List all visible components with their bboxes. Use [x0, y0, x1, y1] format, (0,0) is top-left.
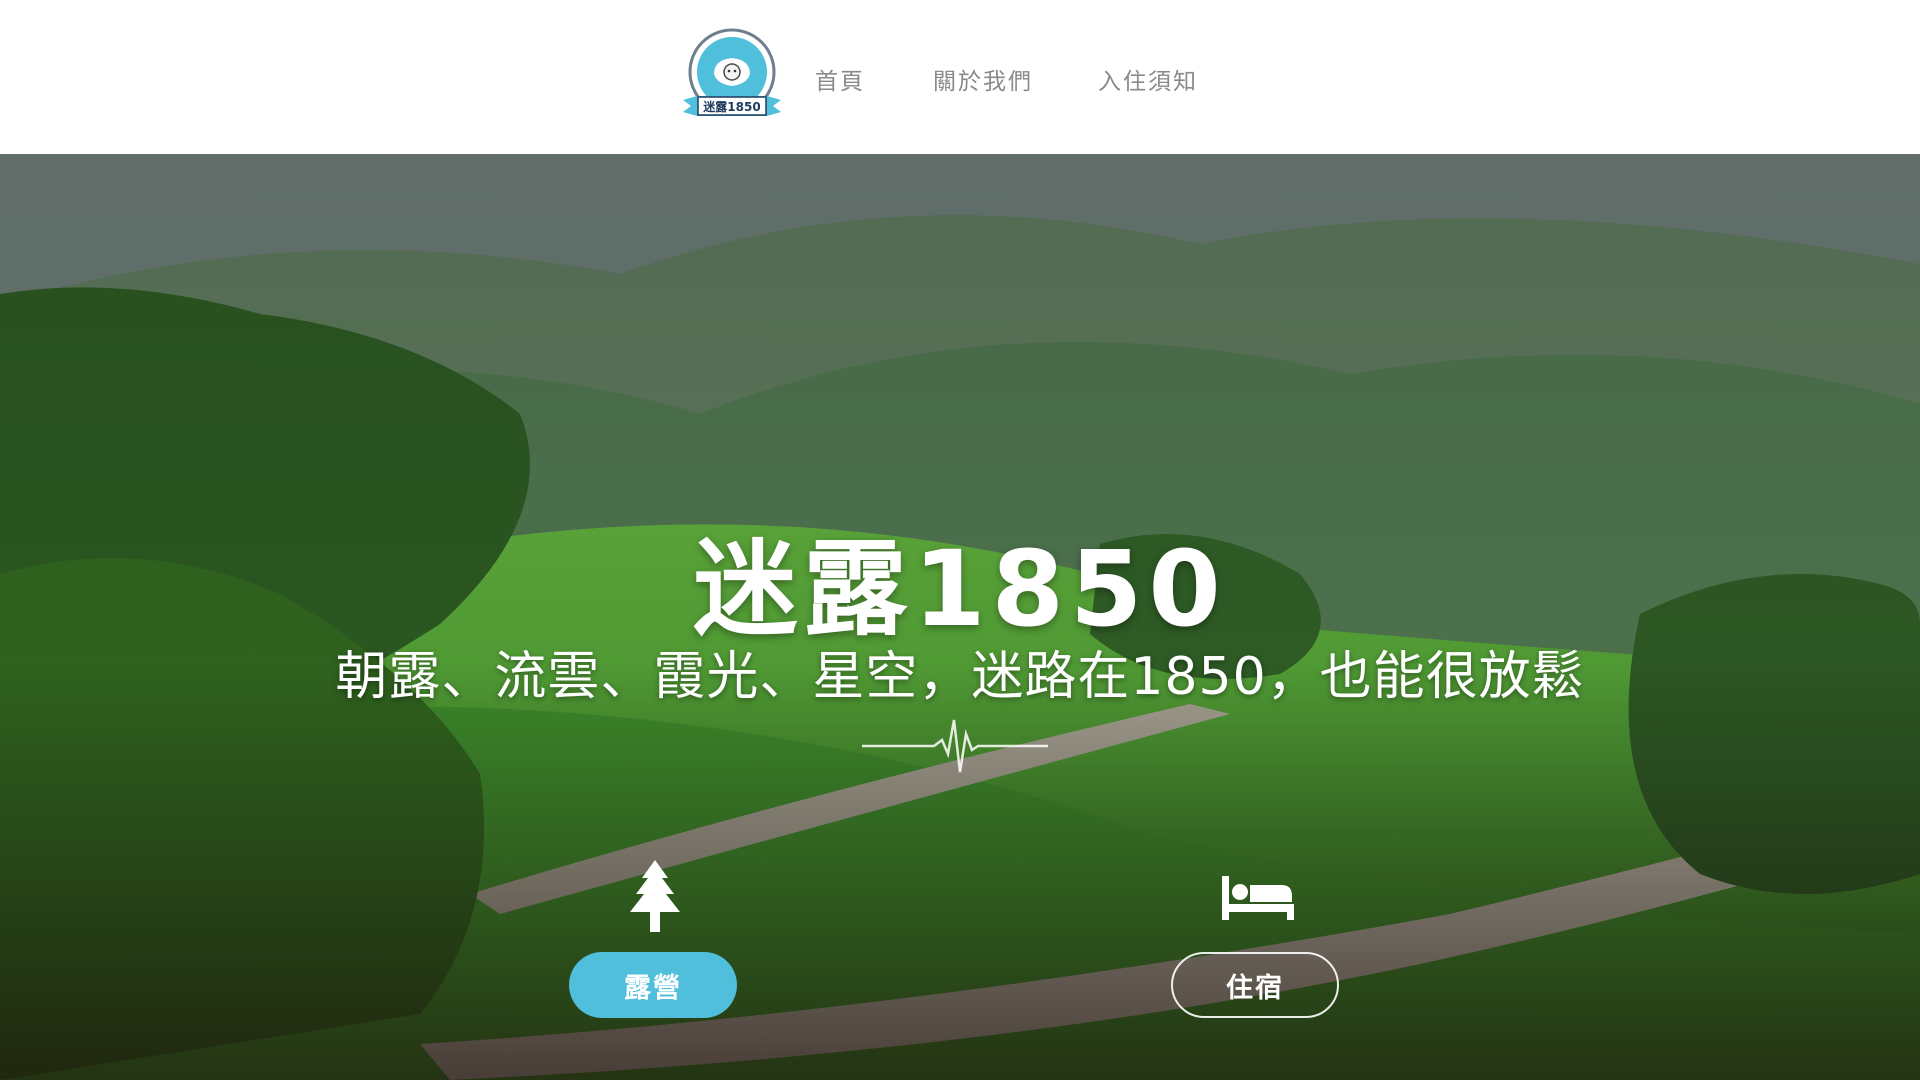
- hero-subtitle: 朝露、流雲、霞光、星空，迷路在1850，也能很放鬆: [335, 647, 1585, 707]
- nav-link-home[interactable]: 首頁: [815, 62, 865, 96]
- hero-section: 迷露1850 朝露、流雲、霞光、星空，迷路在1850，也能很放鬆 露營 住宿: [0, 154, 1920, 1080]
- tree-icon: [630, 860, 680, 932]
- logo-text: 迷露1850: [702, 99, 760, 114]
- top-navbar: 迷露1850 首頁 關於我們 入住須知: [0, 0, 1920, 154]
- nav-link-stay-notice[interactable]: 入住須知: [1098, 62, 1198, 96]
- heartbeat-line-icon: [862, 719, 1048, 773]
- lodging-button[interactable]: 住宿: [1171, 952, 1339, 1018]
- bed-icon: [1222, 876, 1294, 920]
- nav-link-about[interactable]: 關於我們: [933, 62, 1033, 96]
- camping-button[interactable]: 露營: [569, 952, 737, 1018]
- hero-title: 迷露1850: [693, 528, 1227, 650]
- brand-logo[interactable]: 迷露1850: [681, 26, 783, 126]
